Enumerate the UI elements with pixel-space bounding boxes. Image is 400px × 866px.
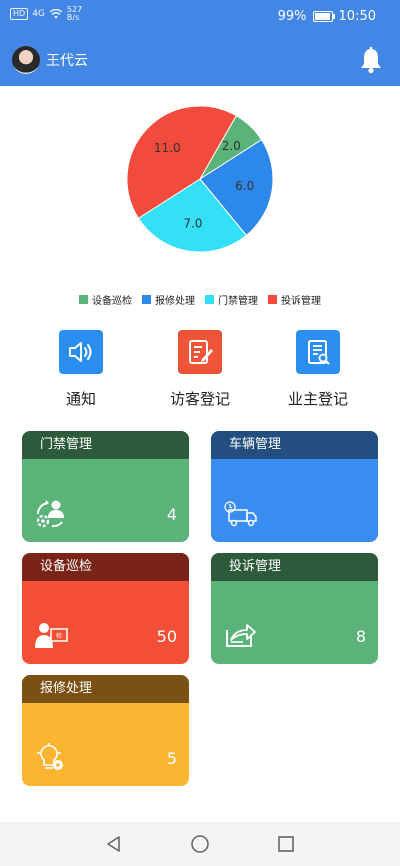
pie-label-1: 6.0	[235, 179, 254, 193]
action-owner-label: 业主登记	[287, 390, 348, 408]
inspector-icon: 检	[35, 623, 68, 648]
legend-label: 设备巡检	[92, 296, 132, 307]
status-right: 99% 10:50	[278, 9, 376, 24]
avatar[interactable]	[12, 46, 40, 74]
action-notice[interactable]: 通知	[21, 330, 141, 409]
legend-item-2[interactable]: 门禁管理	[205, 292, 258, 307]
card-title: 门禁管理	[22, 431, 189, 459]
card-title: 报修处理	[22, 675, 189, 703]
legend-swatch	[205, 295, 214, 304]
hd-badge: HD	[10, 8, 29, 20]
legend-item-3[interactable]: 投诉管理	[268, 292, 321, 307]
status-left: HD 4G 527 B/s	[10, 6, 82, 22]
wifi-icon	[49, 9, 63, 19]
back-icon[interactable]	[104, 834, 124, 854]
action-visitor-label: 访客登记	[169, 390, 230, 408]
legend-label: 投诉管理	[281, 296, 321, 307]
clock: 10:50	[338, 9, 376, 24]
pie-label-2: 7.0	[183, 217, 202, 231]
card-complaint-management[interactable]: 投诉管理 8	[211, 553, 378, 664]
net-speed-unit: B/s	[66, 13, 80, 22]
bell-icon[interactable]	[358, 46, 384, 74]
battery-percent: 99%	[277, 9, 307, 24]
svg-text:检: 检	[56, 632, 62, 640]
legend-label: 报修处理	[155, 296, 195, 307]
card-count: 4	[166, 505, 177, 524]
legend-swatch	[268, 295, 277, 304]
card-title: 车辆管理	[211, 431, 378, 459]
card-access-control[interactable]: 门禁管理 4	[22, 431, 189, 542]
document-search-icon	[296, 330, 340, 374]
card-title: 投诉管理	[211, 553, 378, 581]
action-notice-label: 通知	[65, 390, 96, 408]
card-repair-handling[interactable]: 报修处理 5	[22, 675, 189, 786]
home-icon[interactable]	[190, 834, 210, 854]
status-bar: HD 4G 527 B/s 99% 10:50	[0, 0, 400, 34]
card-vehicle-management[interactable]: 车辆管理	[211, 431, 378, 542]
app-header: 王代云	[0, 34, 400, 86]
speaker-icon	[59, 330, 103, 374]
system-nav-bar	[0, 822, 400, 866]
legend-item-0[interactable]: 设备巡检	[79, 292, 132, 307]
bulb-gear-icon	[37, 743, 63, 770]
recents-icon[interactable]	[276, 834, 296, 854]
legend-item-1[interactable]: 报修处理	[142, 292, 195, 307]
user-name: 王代云	[46, 53, 88, 69]
legend-swatch	[142, 295, 151, 304]
signal-label: 4G	[32, 9, 45, 19]
card-count: 5	[166, 749, 177, 768]
card-title: 设备巡检	[22, 553, 189, 581]
pie-chart: 2.0 6.0 7.0 11.0	[126, 105, 274, 253]
legend-swatch	[79, 295, 88, 304]
card-count: 50	[156, 627, 177, 646]
chart-legend: 设备巡检 报修处理 门禁管理 投诉管理	[0, 292, 400, 307]
pie-label-0: 2.0	[222, 139, 241, 153]
card-count: 8	[355, 627, 366, 646]
access-users-icon	[36, 500, 64, 528]
battery-fill	[314, 13, 331, 20]
truck-icon	[224, 501, 257, 527]
card-equipment-inspection[interactable]: 设备巡检 检 50	[22, 553, 189, 664]
action-visitor-register[interactable]: 访客登记	[140, 330, 260, 409]
share-box-icon	[226, 624, 256, 647]
action-owner-register[interactable]: 业主登记	[258, 330, 378, 409]
legend-label: 门禁管理	[218, 296, 258, 307]
battery-icon	[312, 11, 335, 22]
net-speed: 527 B/s	[67, 6, 82, 22]
edit-form-icon	[178, 330, 222, 374]
pie-label-3: 11.0	[154, 141, 181, 155]
